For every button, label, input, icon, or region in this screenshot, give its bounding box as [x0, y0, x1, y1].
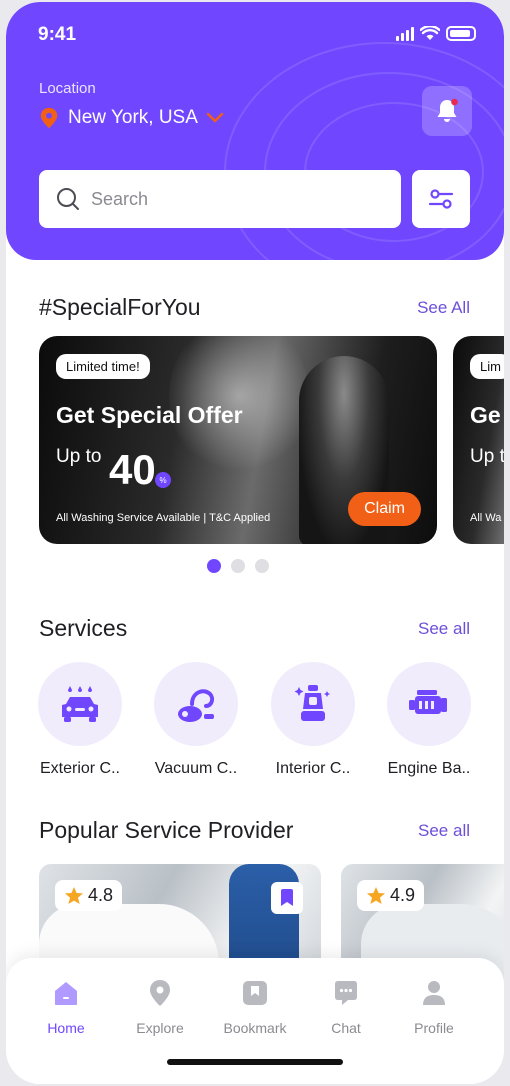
status-icons: [396, 26, 476, 41]
home-icon: [55, 982, 77, 1005]
service-label: Vacuum C..: [154, 760, 238, 777]
nav-label: Profile: [414, 1020, 454, 1036]
chat-icon: [335, 981, 357, 1005]
offer-banner-next[interactable]: Lim Ge Up t All Wa: [453, 336, 504, 544]
phone-screen: 9:41 Location New York, USA Search #Spec…: [6, 2, 504, 1084]
nav-chat[interactable]: Chat: [301, 978, 391, 1036]
chevron-down-icon: [206, 112, 224, 123]
nav-label: Bookmark: [223, 1020, 287, 1036]
bottom-navigation: Home Explore Bookmark Chat Profile: [6, 958, 504, 1084]
service-label: Engine Ba..: [387, 760, 471, 777]
nav-bookmark[interactable]: Bookmark: [210, 978, 300, 1036]
offer-fine-print: All Washing Service Available | T&C Appl…: [56, 512, 271, 524]
bookmark-button[interactable]: [271, 882, 303, 914]
bookmark-icon: [243, 981, 267, 1005]
services-section-title: Services: [39, 615, 128, 641]
car-wash-icon: [62, 686, 98, 722]
filter-sliders-icon: [428, 189, 454, 209]
offer-title: Get Special Offer: [56, 402, 243, 428]
notification-dot: [451, 98, 458, 106]
wifi-icon: [420, 26, 440, 40]
offer-fine-print: All Wa: [470, 512, 502, 524]
header: 9:41 Location New York, USA: [6, 2, 504, 260]
location-value: New York, USA: [68, 107, 198, 128]
nav-home[interactable]: Home: [21, 978, 111, 1036]
offer-banner[interactable]: Limited time! Get Special Offer Up to 40…: [39, 336, 437, 544]
nav-label: Home: [47, 1020, 85, 1036]
home-indicator: [167, 1059, 343, 1065]
special-see-all-link[interactable]: See All: [417, 298, 470, 318]
rating-value: 4.9: [390, 885, 416, 905]
search-bar: [39, 170, 401, 228]
service-label: Exterior C..: [39, 760, 120, 777]
location-selector[interactable]: New York, USA: [38, 107, 224, 129]
rating-value: 4.8: [88, 885, 114, 905]
profile-icon: [423, 981, 445, 1005]
service-engine-bay[interactable]: Engine Ba..: [384, 662, 474, 778]
limited-time-badge: Limited time!: [56, 354, 150, 379]
special-section-title: #SpecialForYou: [39, 294, 201, 320]
nav-profile[interactable]: Profile: [389, 978, 479, 1036]
service-label: Interior C..: [275, 760, 351, 777]
rating-badge: 4.8: [55, 880, 123, 911]
carousel-dot[interactable]: [207, 559, 221, 573]
claim-button[interactable]: Claim: [348, 492, 421, 526]
notifications-button[interactable]: [422, 86, 472, 136]
nav-explore[interactable]: Explore: [115, 978, 205, 1036]
nav-label: Chat: [331, 1020, 361, 1036]
services-see-all-link[interactable]: See all: [418, 619, 470, 639]
cellular-signal-icon: [396, 27, 414, 41]
service-interior-clean[interactable]: Interior C..: [268, 662, 358, 778]
carousel-dots: [207, 559, 269, 573]
rating-badge: 4.9: [357, 880, 425, 911]
status-time: 9:41: [38, 24, 77, 45]
filter-button[interactable]: [412, 170, 470, 228]
car-seat-icon: [294, 685, 330, 721]
location-pin-icon: [40, 107, 58, 129]
search-icon: [57, 188, 79, 210]
carousel-dot[interactable]: [255, 559, 269, 573]
nav-label: Explore: [136, 1020, 184, 1036]
offer-title: Ge: [470, 402, 501, 428]
star-icon: [65, 886, 83, 904]
engine-icon: [409, 690, 447, 714]
location-pin-icon: [150, 980, 170, 1006]
bell-icon: [437, 98, 458, 122]
star-icon: [367, 886, 385, 904]
service-vacuum-clean[interactable]: Vacuum C..: [151, 662, 241, 778]
service-exterior-clean[interactable]: Exterior C..: [35, 662, 125, 778]
offer-amount: 40: [109, 446, 156, 493]
limited-time-badge: Lim: [470, 354, 504, 379]
providers-section-title: Popular Service Provider: [39, 817, 294, 843]
providers-see-all-link[interactable]: See all: [418, 821, 470, 841]
offer-up-to: Up to: [56, 446, 102, 467]
bookmark-icon: [281, 889, 293, 906]
percent-badge: %: [155, 472, 171, 488]
vacuum-icon: [178, 689, 215, 722]
carousel-dot[interactable]: [231, 559, 245, 573]
search-input[interactable]: [91, 188, 371, 210]
battery-icon: [446, 26, 476, 41]
location-label: Location: [39, 80, 96, 97]
offer-up-to: Up t: [470, 446, 504, 467]
